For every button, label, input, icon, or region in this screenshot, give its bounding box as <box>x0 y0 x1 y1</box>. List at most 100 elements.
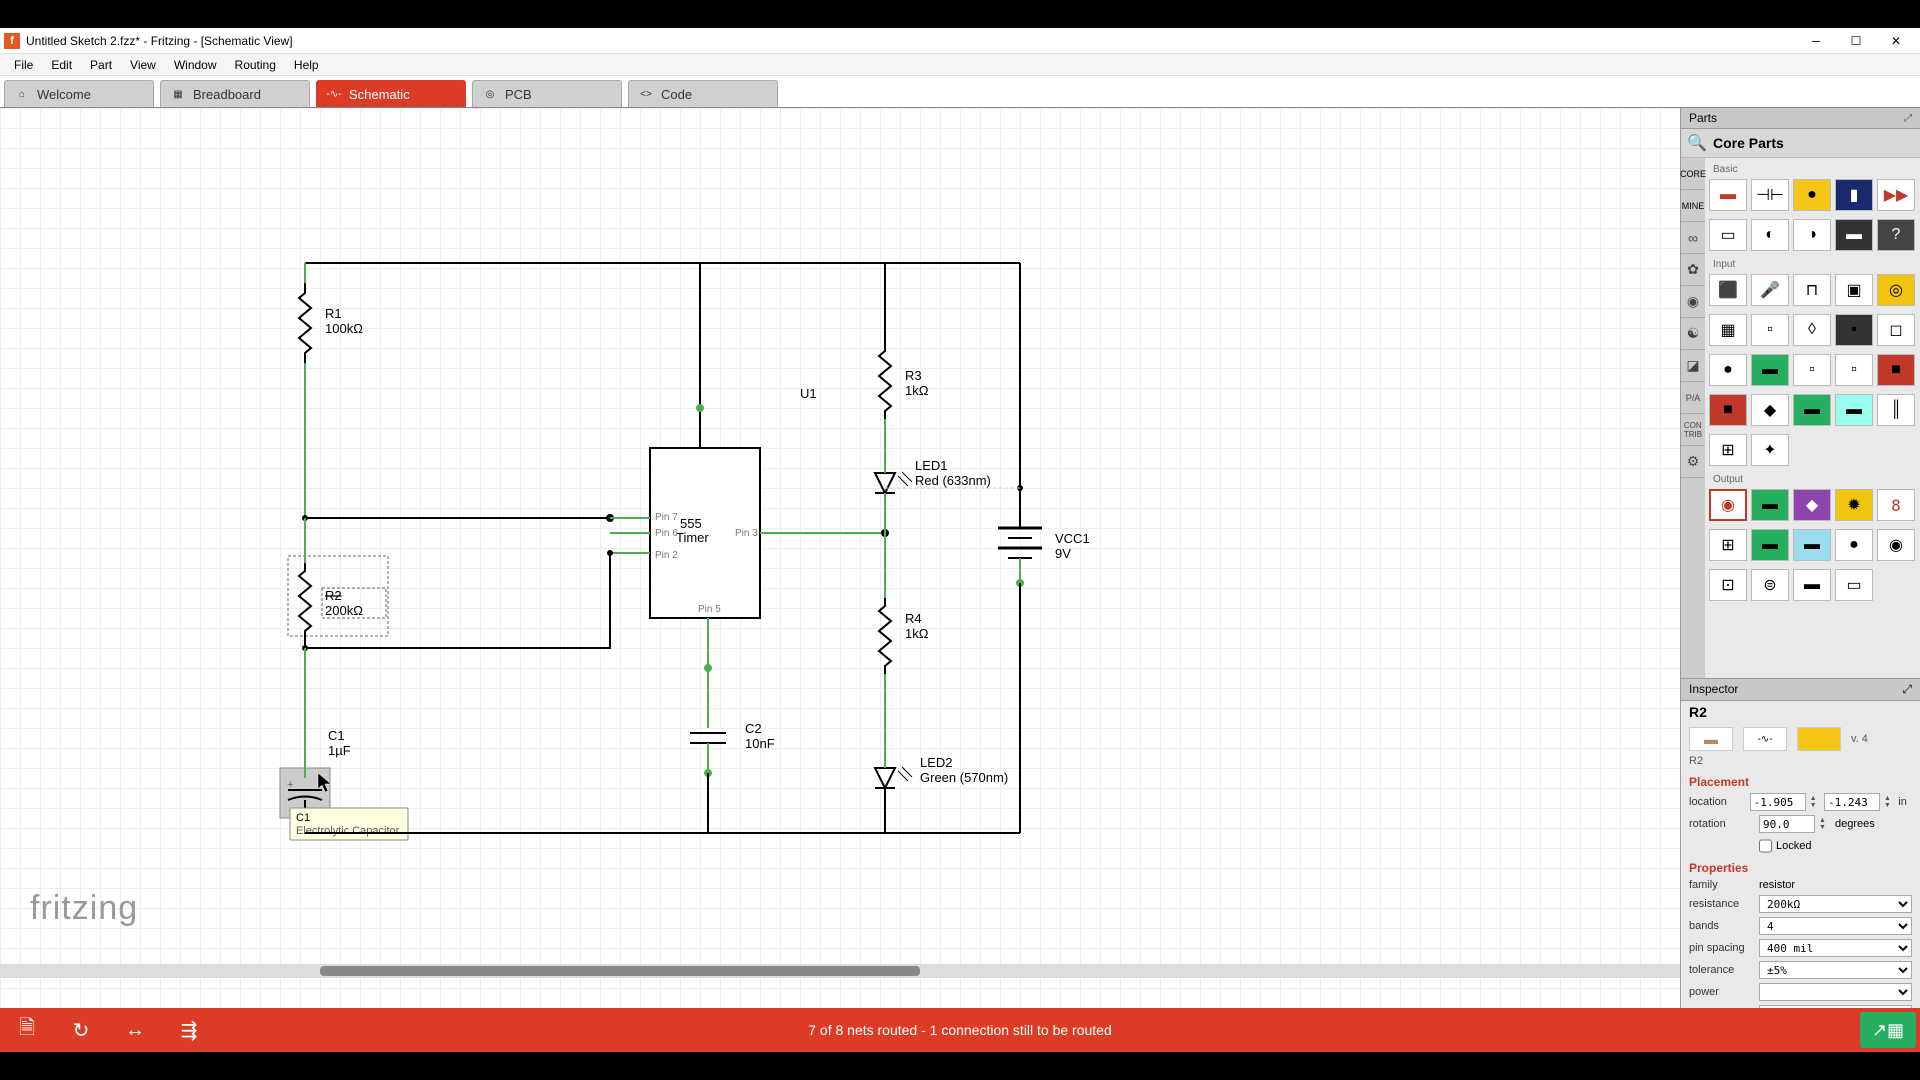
part-ic[interactable]: ▬ <box>1835 219 1873 251</box>
part-matrix[interactable]: ⊡ <box>1709 569 1747 601</box>
part-oled[interactable]: ▬ <box>1793 529 1831 561</box>
inspector-subname[interactable]: R2 <box>1681 755 1920 771</box>
close-button[interactable]: ✕ <box>1876 31 1916 51</box>
note-tool-icon[interactable]: 🗎 <box>0 1008 54 1052</box>
location-x-input[interactable] <box>1750 793 1806 811</box>
part-button[interactable]: ⬛ <box>1709 274 1747 306</box>
flip-tool-icon[interactable]: ↔ <box>108 1008 162 1052</box>
component-u1[interactable]: 555 Timer Pin 7 Pin 6 Pin 2 Pin 3 Pin 5 <box>650 448 760 618</box>
component-r2[interactable] <box>299 563 311 639</box>
menu-part[interactable]: Part <box>82 56 120 74</box>
component-r3[interactable] <box>879 343 891 419</box>
component-r4[interactable] <box>879 598 891 674</box>
prop-power[interactable] <box>1759 983 1912 1001</box>
menu-view[interactable]: View <box>122 56 164 74</box>
prop-resistance[interactable]: 200kΩ <box>1759 895 1912 913</box>
menu-routing[interactable]: Routing <box>227 56 284 74</box>
tab-breadboard[interactable]: ▦ Breadboard <box>160 80 310 107</box>
part-mystery[interactable]: ? <box>1877 219 1915 251</box>
part-resistor[interactable]: ▬ <box>1709 179 1747 211</box>
bin-contrib-icon[interactable]: CONTRIB <box>1681 414 1705 446</box>
part-ir[interactable]: ▫ <box>1793 354 1831 386</box>
part-gps[interactable]: ◆ <box>1751 394 1789 426</box>
location-y-input[interactable] <box>1824 793 1880 811</box>
schematic-svg[interactable]: R1 100kΩ R2 200kΩ <box>0 108 1680 988</box>
part-switch[interactable]: ⊓ <box>1793 274 1831 306</box>
part-motor[interactable]: ✹ <box>1835 489 1873 521</box>
part-stepper[interactable]: ▬ <box>1793 569 1831 601</box>
bin-core[interactable]: CORE <box>1681 158 1705 190</box>
rotation-input[interactable] <box>1759 815 1815 833</box>
parts-grid[interactable]: Basic ▬ ⊣⊢ ● ▮ ▶▶ ▭ ◐ ◑ ▬ ? <box>1705 158 1920 678</box>
part-speaker[interactable]: ◉ <box>1877 529 1915 561</box>
part-lcd[interactable]: ⊞ <box>1709 529 1747 561</box>
part-diode[interactable]: ▶▶ <box>1877 179 1915 211</box>
component-led1[interactable] <box>875 472 912 493</box>
share-button[interactable]: ↗▦ <box>1860 1012 1916 1048</box>
bin-mine[interactable]: MINE <box>1681 190 1705 222</box>
part-pot[interactable]: ▣ <box>1835 274 1873 306</box>
part-flex[interactable]: ▬ <box>1835 394 1873 426</box>
part-led[interactable]: ◉ <box>1709 489 1747 521</box>
spinner-icon[interactable]: ▲▼ <box>1819 817 1831 831</box>
part-pir[interactable]: ■ <box>1877 354 1915 386</box>
part-electrolytic[interactable]: ● <box>1793 179 1831 211</box>
part-capacitor[interactable]: ⊣⊢ <box>1751 179 1789 211</box>
part-ant[interactable]: ║ <box>1877 394 1915 426</box>
part-fan[interactable]: ▭ <box>1835 569 1873 601</box>
part-servo[interactable]: ● <box>1835 529 1873 561</box>
expand-icon[interactable]: ⤢ <box>1902 682 1912 697</box>
bin-sparkfun-icon[interactable]: ✿ <box>1681 254 1705 286</box>
menu-file[interactable]: File <box>6 56 41 74</box>
tab-schematic[interactable]: -∿- Schematic <box>316 80 466 107</box>
component-r1[interactable] <box>299 283 311 363</box>
menu-help[interactable]: Help <box>286 56 327 74</box>
part-mosfet[interactable]: ◑ <box>1793 219 1831 251</box>
part-crystal[interactable]: ▭ <box>1709 219 1747 251</box>
part-7seg[interactable]: 8 <box>1877 489 1915 521</box>
spinner-icon[interactable]: ▲▼ <box>1884 795 1894 809</box>
bin-pa-icon[interactable]: P/A <box>1681 382 1705 414</box>
bin-intel-icon[interactable]: ◉ <box>1681 286 1705 318</box>
part-ws2812[interactable]: ◆ <box>1793 489 1831 521</box>
component-led2[interactable] <box>875 767 912 788</box>
locked-checkbox[interactable] <box>1759 837 1772 855</box>
menu-window[interactable]: Window <box>166 56 225 74</box>
tab-code[interactable]: <> Code <box>628 80 778 107</box>
component-vcc1[interactable] <box>998 528 1042 558</box>
rotate-tool-icon[interactable]: ↻ <box>54 1008 108 1052</box>
bin-other-icon[interactable]: ◪ <box>1681 350 1705 382</box>
part-tilt[interactable]: ▫ <box>1751 314 1789 346</box>
search-icon[interactable]: 🔍 <box>1687 133 1707 153</box>
part-inductor[interactable]: ▮ <box>1835 179 1873 211</box>
prop-pinspacing[interactable]: 400 mil <box>1759 939 1912 957</box>
prop-bands[interactable]: 4 <box>1759 917 1912 935</box>
part-dc[interactable]: ⊜ <box>1751 569 1789 601</box>
part-hall[interactable]: ▫ <box>1835 354 1873 386</box>
minimize-button[interactable]: ─ <box>1796 31 1836 51</box>
bin-gear-icon[interactable]: ⚙ <box>1681 446 1705 478</box>
part-rgb[interactable]: ▬ <box>1751 489 1789 521</box>
horizontal-scrollbar[interactable] <box>0 964 1680 978</box>
part-fsr[interactable]: ◻ <box>1877 314 1915 346</box>
part-joy[interactable]: ✦ <box>1751 434 1789 466</box>
bin-seeed-icon[interactable]: ☯ <box>1681 318 1705 350</box>
part-thermo[interactable]: ▪ <box>1835 314 1873 346</box>
part-rfid[interactable]: ■ <box>1709 394 1747 426</box>
part-dist[interactable]: ▬ <box>1751 354 1789 386</box>
schematic-canvas[interactable]: R1 100kΩ R2 200kΩ <box>0 108 1680 1008</box>
part-accel[interactable]: ● <box>1709 354 1747 386</box>
part-relay[interactable]: ▦ <box>1709 314 1747 346</box>
tab-welcome[interactable]: ⌂ Welcome <box>4 80 154 107</box>
maximize-button[interactable]: ☐ <box>1836 31 1876 51</box>
part-buzzer[interactable]: ▬ <box>1751 529 1789 561</box>
part-mic[interactable]: 🎤 <box>1751 274 1789 306</box>
part-keypad[interactable]: ⊞ <box>1709 434 1747 466</box>
part-photo[interactable]: ◊ <box>1793 314 1831 346</box>
autoroute-tool-icon[interactable]: ⇶ <box>162 1008 216 1052</box>
prop-tolerance[interactable]: ±5% <box>1759 961 1912 979</box>
bin-arduino-icon[interactable]: ∞ <box>1681 222 1705 254</box>
part-encoder[interactable]: ◎ <box>1877 274 1915 306</box>
part-light[interactable]: ▬ <box>1793 394 1831 426</box>
part-transistor[interactable]: ◐ <box>1751 219 1789 251</box>
